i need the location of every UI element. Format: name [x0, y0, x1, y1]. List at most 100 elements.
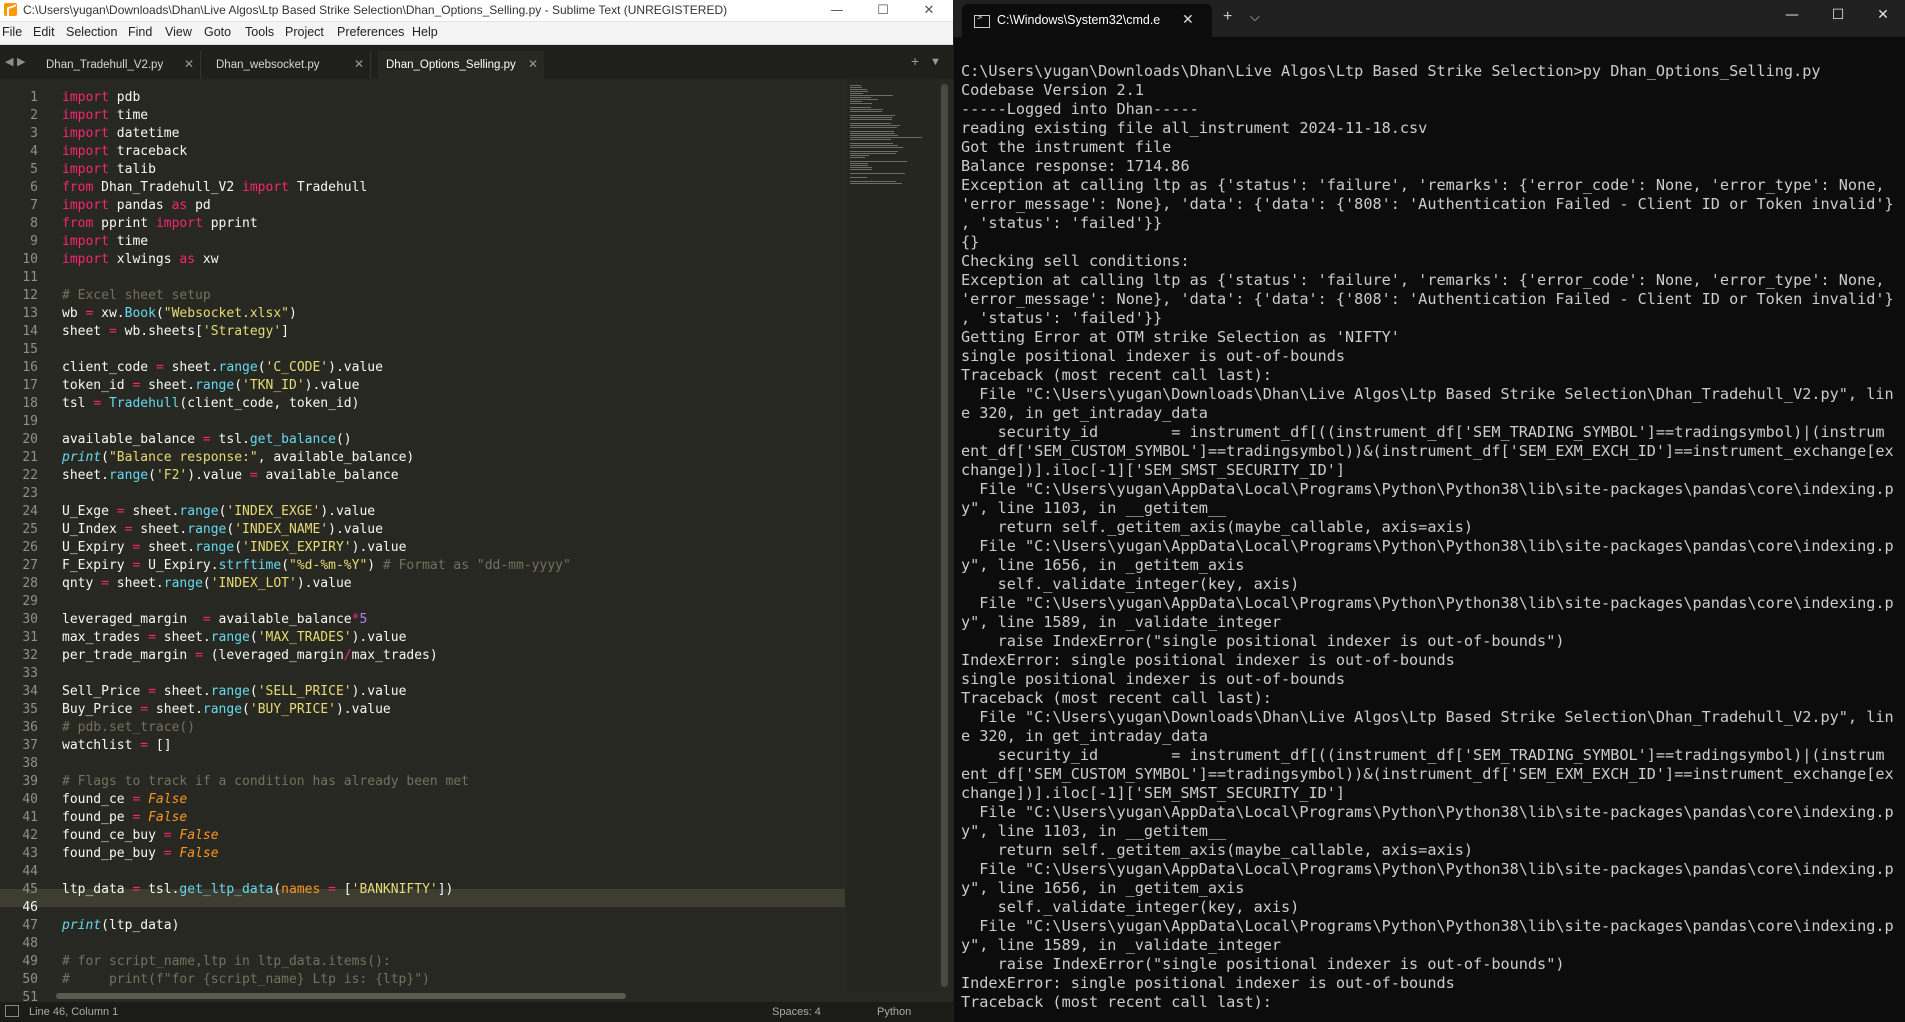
minimap[interactable]	[846, 79, 939, 994]
menu-preferences[interactable]: Preferences	[337, 25, 404, 39]
code-line[interactable]: # Flags to track if a condition has alre…	[62, 773, 469, 791]
code-line[interactable]: # print(f"for {script_name} Ltp is: {ltp…	[62, 971, 430, 989]
code-line[interactable]: import xlwings as xw	[62, 251, 219, 269]
sidebar-toggle-icon[interactable]	[5, 1005, 19, 1017]
syntax-status[interactable]: Python	[877, 1006, 911, 1018]
code-line[interactable]: sheet.range('F2').value = available_bala…	[62, 467, 399, 485]
code-line[interactable]: tsl = Tradehull(client_code, token_id)	[62, 395, 359, 413]
tab-dhan-websocket[interactable]: Dhan_websocket.py ✕	[208, 51, 371, 79]
terminal-close-button[interactable]: ✕	[1860, 7, 1905, 23]
menu-edit[interactable]: Edit	[33, 25, 55, 39]
minimap-line	[850, 151, 899, 152]
code-token: ).value	[351, 684, 407, 699]
code-line[interactable]: Buy_Price = sheet.range('BUY_PRICE').val…	[62, 701, 391, 719]
close-button[interactable]: ✕	[906, 0, 952, 21]
code-line[interactable]: from Dhan_Tradehull_V2 import Tradehull	[62, 179, 367, 197]
terminal-minimize-button[interactable]: —	[1769, 7, 1815, 23]
code-line[interactable]: watchlist = []	[62, 737, 172, 755]
minimap-line	[850, 153, 897, 154]
code-line[interactable]: F_Expiry = U_Expiry.strftime("%d-%m-%Y")…	[62, 557, 571, 575]
tab-dhan-tradehull[interactable]: Dhan_Tradehull_V2.py ✕	[38, 51, 201, 79]
tab-close-icon[interactable]: ✕	[528, 57, 538, 71]
code-token: sheet.	[140, 540, 196, 555]
code-line[interactable]: found_ce_buy = False	[62, 827, 219, 845]
code-line[interactable]: found_ce = False	[62, 791, 187, 809]
tab-menu-icon[interactable]: ▼	[930, 56, 941, 68]
code-line[interactable]: client_code = sheet.range('C_CODE').valu…	[62, 359, 383, 377]
menu-view[interactable]: View	[165, 25, 192, 39]
terminal-dropdown-icon[interactable]: ⌵	[1250, 9, 1260, 25]
menu-goto[interactable]: Goto	[204, 25, 231, 39]
vertical-scrollbar[interactable]	[941, 84, 948, 987]
minimap-line	[850, 167, 872, 168]
code-line[interactable]: max_trades = sheet.range('MAX_TRADES').v…	[62, 629, 406, 647]
code-line[interactable]: available_balance = tsl.get_balance()	[62, 431, 352, 449]
code-token: range	[202, 702, 243, 717]
code-line[interactable]: import pdb	[62, 89, 140, 107]
terminal-maximize-button[interactable]: ☐	[1815, 7, 1861, 23]
code-line[interactable]: Sell_Price = sheet.range('SELL_PRICE').v…	[62, 683, 406, 701]
minimap-line	[850, 127, 898, 128]
menu-project[interactable]: Project	[285, 25, 324, 39]
code-token: time	[108, 108, 149, 123]
code-line[interactable]: sheet = wb.sheets['Strategy']	[62, 323, 289, 341]
tab-close-icon[interactable]: ✕	[354, 57, 364, 71]
menu-tools[interactable]: Tools	[245, 25, 274, 39]
terminal-line: e 320, in get_intraday_data	[961, 404, 1208, 422]
code-token: tsl.	[210, 432, 250, 447]
line-number: 3	[30, 126, 38, 141]
code-line[interactable]: import datetime	[62, 125, 179, 143]
minimap-line	[850, 87, 863, 88]
menu-find[interactable]: Find	[128, 25, 152, 39]
code-line[interactable]: token_id = sheet.range('TKN_ID').value	[62, 377, 359, 395]
terminal-tab[interactable]: C:\Windows\System32\cmd.e ✕	[962, 4, 1212, 37]
maximize-button[interactable]: ☐	[860, 0, 906, 21]
code-line[interactable]: import time	[62, 233, 148, 251]
code-line[interactable]: import time	[62, 107, 148, 125]
code-line[interactable]: import pandas as pd	[62, 197, 211, 215]
code-line[interactable]: # pdb.set_trace()	[62, 719, 195, 737]
menu-help[interactable]: Help	[412, 25, 438, 39]
tab-close-icon[interactable]: ✕	[184, 57, 194, 71]
code-line[interactable]: found_pe = False	[62, 809, 187, 827]
tab-nav-left-icon[interactable]: ◀	[5, 55, 13, 68]
code-line[interactable]: leveraged_margin = available_balance*5	[62, 611, 367, 629]
code-line[interactable]: ltp_data = tsl.get_ltp_data(names = ['BA…	[62, 881, 453, 899]
code-line[interactable]: wb = xw.Book("Websocket.xlsx")	[62, 305, 297, 323]
terminal-tab-close-icon[interactable]: ✕	[1182, 11, 1194, 28]
code-editor[interactable]: import pdb import time import datetime impo…	[62, 79, 842, 994]
code-line[interactable]: U_Index = sheet.range('INDEX_NAME').valu…	[62, 521, 383, 539]
terminal-line: File "C:\Users\yugan\AppData\Local\Progr…	[961, 594, 1894, 612]
new-terminal-tab-icon[interactable]: +	[1223, 8, 1232, 26]
code-line[interactable]: U_Exge = sheet.range('INDEX_EXGE').value	[62, 503, 375, 521]
horizontal-scrollbar[interactable]	[56, 993, 626, 999]
code-token: =	[148, 630, 156, 645]
code-line[interactable]: qnty = sheet.range('INDEX_LOT').value	[62, 575, 352, 593]
menu-file[interactable]: File	[2, 25, 22, 39]
code-token: datetime	[108, 126, 180, 141]
code-line[interactable]: print("Balance response:", available_bal…	[62, 449, 414, 467]
terminal-line: -----Logged into Dhan-----	[961, 100, 1199, 118]
code-token: available_balance	[210, 612, 352, 627]
code-token: wb.sheets[	[116, 324, 203, 339]
line-number: 40	[22, 792, 38, 807]
code-token: max_trades)	[351, 648, 438, 663]
code-line[interactable]: print(ltp_data)	[62, 917, 179, 935]
code-line[interactable]: per_trade_margin = (leveraged_margin/max…	[62, 647, 438, 665]
menu-selection[interactable]: Selection	[66, 25, 117, 39]
code-line[interactable]: # for script_name,ltp in ltp_data.items(…	[62, 953, 391, 971]
tab-nav-right-icon[interactable]: ▶	[17, 55, 25, 68]
code-token: (	[249, 630, 258, 645]
tab-dhan-options-selling[interactable]: Dhan_Options_Selling.py ✕	[378, 51, 544, 79]
code-line[interactable]: import traceback	[62, 143, 187, 161]
code-line[interactable]: import talib	[62, 161, 156, 179]
code-line[interactable]: from pprint import pprint	[62, 215, 258, 233]
cursor-position[interactable]: Line 46, Column 1	[29, 1006, 118, 1018]
new-tab-icon[interactable]: +	[911, 53, 919, 69]
code-line[interactable]: U_Expiry = sheet.range('INDEX_EXPIRY').v…	[62, 539, 406, 557]
code-line[interactable]: # Excel sheet setup	[62, 287, 211, 305]
indentation-status[interactable]: Spaces: 4	[772, 1006, 821, 1018]
code-line[interactable]: found_pe_buy = False	[62, 845, 219, 863]
minimize-button[interactable]: —	[814, 0, 860, 21]
